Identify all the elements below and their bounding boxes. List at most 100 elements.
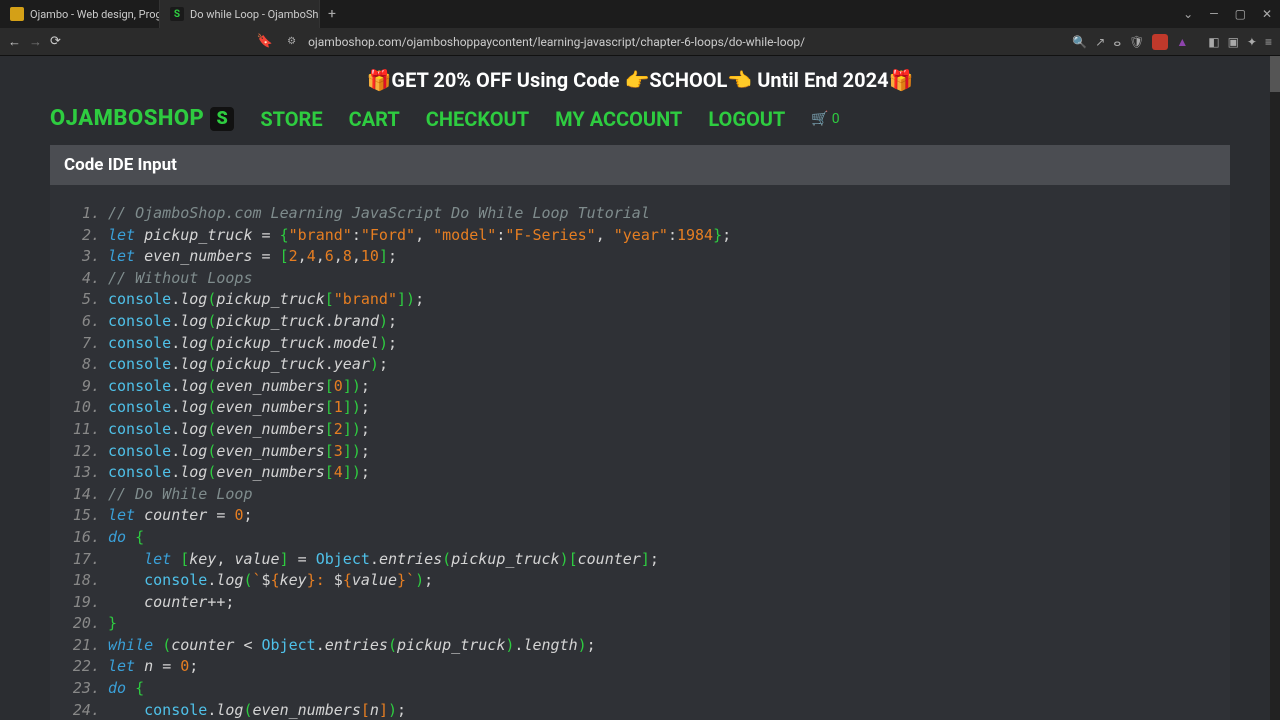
maximize-icon[interactable]: ▢ [1235, 7, 1246, 21]
share-icon[interactable]: ↗ [1095, 35, 1105, 49]
code-line: 3. let even_numbers = [2,4,6,8,10]; [64, 246, 1216, 268]
browser-titlebar: Ojambo - Web design, Program S Do while … [0, 0, 1280, 28]
code-line: 6. console.log(pickup_truck.brand); [64, 311, 1216, 333]
tab-strip: Ojambo - Web design, Program S Do while … [0, 0, 344, 28]
favicon-icon [10, 7, 24, 21]
nav-logout[interactable]: LOGOUT [708, 107, 785, 131]
brand-text: OJAMBOSHOP [50, 106, 204, 131]
new-tab-button[interactable]: + [320, 0, 344, 28]
tab-inactive[interactable]: Ojambo - Web design, Program [0, 0, 160, 28]
code-line: 14. // Do While Loop [64, 484, 1216, 506]
tab-active[interactable]: S Do while Loop - OjamboSh × [160, 0, 320, 28]
line-number: 19. [64, 592, 100, 614]
address-bar[interactable]: ojamboshop.com/ojamboshoppaycontent/lear… [308, 35, 1064, 49]
line-number: 20. [64, 613, 100, 635]
code-text: console.log(even_numbers[4]); [108, 462, 370, 484]
cart-count: 0 [832, 111, 840, 127]
line-number: 4. [64, 268, 100, 290]
code-text: // Without Loops [108, 268, 253, 290]
code-text: } [108, 613, 117, 635]
shield-icon[interactable]: 🛡 [1129, 35, 1144, 49]
line-number: 13. [64, 462, 100, 484]
reader-icon[interactable]: ▣ [1228, 35, 1239, 49]
tab-title: Do while Loop - OjamboSh [190, 8, 318, 21]
code-line: 8. console.log(pickup_truck.year); [64, 354, 1216, 376]
back-icon[interactable]: ← [8, 34, 21, 50]
window-controls: ⌄ — ▢ ✕ [1183, 7, 1280, 21]
line-number: 24. [64, 700, 100, 720]
site-nav: OJAMBOSHOP S STORE CART CHECKOUT MY ACCO… [0, 100, 1280, 145]
code-line: 13. console.log(even_numbers[4]); [64, 462, 1216, 484]
brand-logo[interactable]: OJAMBOSHOP S [50, 106, 234, 131]
code-line: 15. let counter = 0; [64, 505, 1216, 527]
code-text: console.log(even_numbers[n]); [108, 700, 406, 720]
chevron-down-icon[interactable]: ⌄ [1183, 7, 1193, 21]
code-text: do { [108, 527, 144, 549]
cart-icon: 🛒 [811, 111, 828, 127]
nav-store[interactable]: STORE [260, 107, 322, 131]
code-text: console.log(pickup_truck.brand); [108, 311, 397, 333]
nav-checkout[interactable]: CHECKOUT [426, 107, 529, 131]
code-text: while (counter < Object.entries(pickup_t… [108, 635, 596, 657]
code-text: console.log(even_numbers[1]); [108, 397, 370, 419]
code-text: console.log(even_numbers[3]); [108, 441, 370, 463]
code-line: 20.} [64, 613, 1216, 635]
nav-account[interactable]: MY ACCOUNT [555, 107, 682, 131]
code-line: 16. do { [64, 527, 1216, 549]
vertical-scrollbar[interactable] [1270, 56, 1280, 720]
line-number: 16. [64, 527, 100, 549]
site-settings-icon[interactable]: ⚙ [287, 36, 296, 47]
sidebar-icon[interactable]: ◧ [1208, 35, 1219, 49]
code-line: 9.console.log(even_numbers[0]); [64, 376, 1216, 398]
line-number: 6. [64, 311, 100, 333]
tab-title: Ojambo - Web design, Program [30, 8, 160, 21]
code-line: 18. console.log(`${key}: ${value}`); [64, 570, 1216, 592]
line-number: 17. [64, 549, 100, 571]
code-line: 10.console.log(even_numbers[1]); [64, 397, 1216, 419]
close-window-icon[interactable]: ✕ [1262, 7, 1272, 21]
menu-icon[interactable]: ≡ [1265, 35, 1272, 49]
nav-cart[interactable]: CART [349, 107, 400, 131]
code-text: let [key, value] = Object.entries(pickup… [108, 549, 659, 571]
code-line: 21. while (counter < Object.entries(picku… [64, 635, 1216, 657]
code-text: console.log(pickup_truck.year); [108, 354, 388, 376]
zoom-icon[interactable]: 🔍 [1072, 35, 1087, 49]
code-header: Code IDE Input [50, 145, 1230, 185]
extension-icon[interactable]: ▲ [1176, 35, 1188, 49]
line-number: 21. [64, 635, 100, 657]
favicon-icon: S [170, 7, 184, 21]
code-text: console.log(pickup_truck.model); [108, 333, 397, 355]
code-text: // Do While Loop [108, 484, 253, 506]
line-number: 18. [64, 570, 100, 592]
code-text: let even_numbers = [2,4,6,8,10]; [108, 246, 397, 268]
code-line: 23.do { [64, 678, 1216, 700]
line-number: 3. [64, 246, 100, 268]
extension-icon[interactable] [1152, 34, 1168, 50]
code-text: do { [108, 678, 144, 700]
scroll-thumb[interactable] [1270, 56, 1280, 92]
line-number: 14. [64, 484, 100, 506]
code-line: 2.let pickup_truck = {"brand":"Ford", "m… [64, 225, 1216, 247]
line-number: 12. [64, 441, 100, 463]
code-text: let counter = 0; [108, 505, 253, 527]
code-text: counter++; [108, 592, 234, 614]
reload-icon[interactable]: ⟳ [50, 34, 61, 49]
code-line: 4. // Without Loops [64, 268, 1216, 290]
code-line: 11.console.log(even_numbers[2]); [64, 419, 1216, 441]
cart-button[interactable]: 🛒0 [811, 111, 839, 127]
bookmark-icon[interactable]: 🔖 [257, 34, 273, 49]
rss-icon[interactable]: ⴰ [1113, 35, 1121, 49]
minimize-icon[interactable]: — [1209, 7, 1218, 21]
line-number: 8. [64, 354, 100, 376]
code-text: let pickup_truck = {"brand":"Ford", "mod… [108, 225, 731, 247]
line-number: 15. [64, 505, 100, 527]
code-line: 5.console.log(pickup_truck["brand"]); [64, 289, 1216, 311]
code-container: Code IDE Input 1.// OjamboShop.com Learn… [50, 145, 1230, 720]
sparkle-icon[interactable]: ✦ [1247, 35, 1257, 49]
code-text: // OjamboShop.com Learning JavaScript Do… [108, 203, 650, 225]
brand-mark-icon: S [210, 107, 234, 131]
forward-icon[interactable]: → [29, 34, 42, 50]
line-number: 9. [64, 376, 100, 398]
code-body[interactable]: 1.// OjamboShop.com Learning JavaScript … [50, 185, 1230, 720]
page-content: 🎁GET 20% OFF Using Code 👉SCHOOL👈 Until E… [0, 56, 1280, 720]
